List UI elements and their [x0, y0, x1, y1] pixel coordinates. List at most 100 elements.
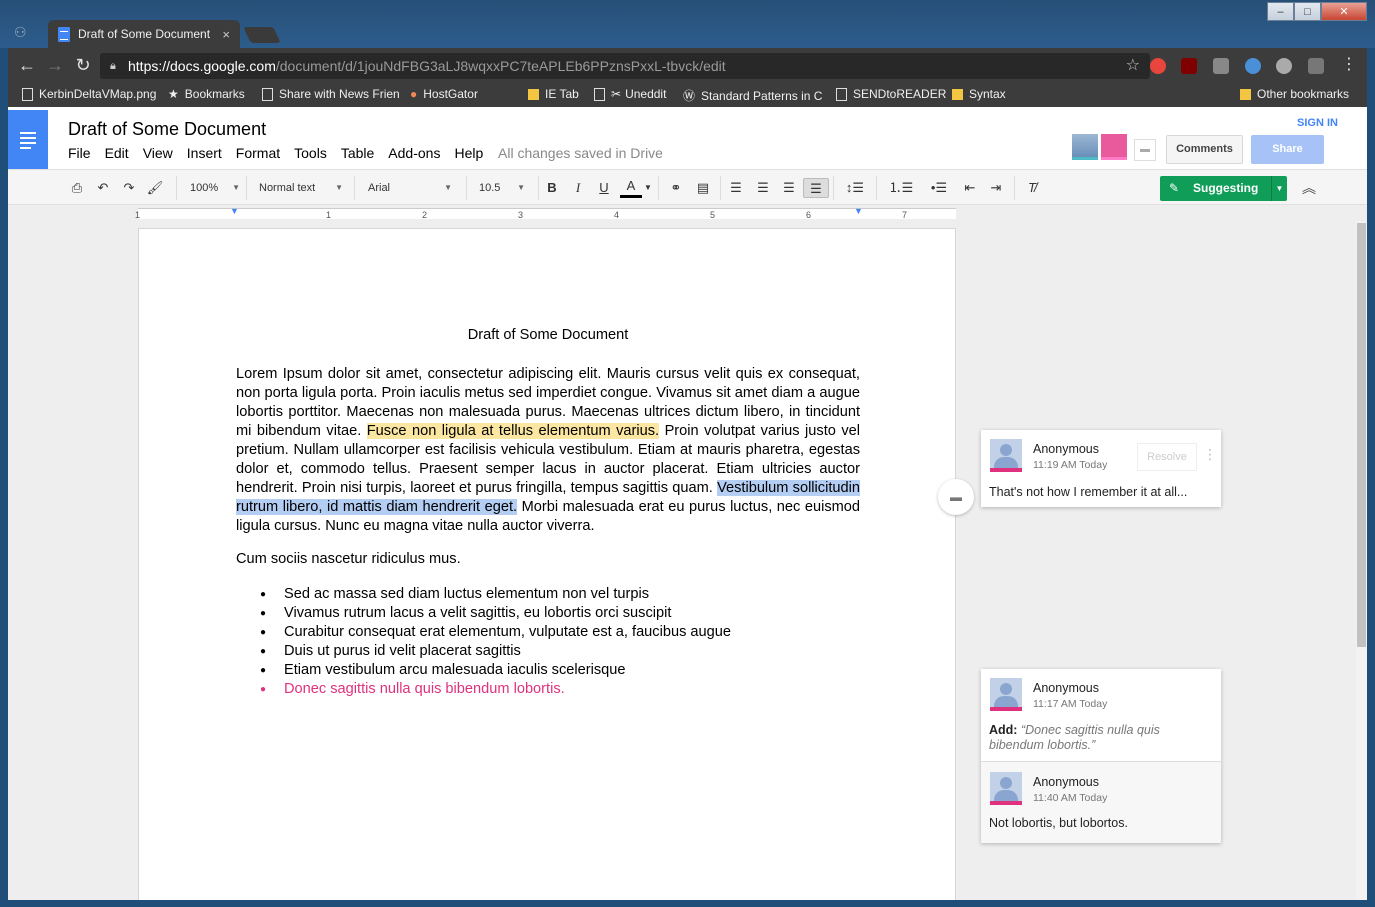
extension-grid-icon[interactable]: [1213, 58, 1229, 74]
increase-indent-icon[interactable]: ⇥: [986, 178, 1006, 198]
text-color-button[interactable]: A: [620, 178, 642, 198]
tab-close-icon[interactable]: ×: [222, 27, 230, 42]
font-size-select[interactable]: 10.5 ▼: [479, 178, 525, 198]
scrollbar[interactable]: [1356, 221, 1367, 900]
collapse-menus-icon[interactable]: ︽: [1302, 178, 1316, 198]
line-spacing-icon[interactable]: ↕☰: [840, 178, 870, 198]
bookmark-item[interactable]: IE Tab: [528, 87, 579, 101]
more-options-icon[interactable]: ⋮: [1203, 446, 1217, 463]
extension-s-icon[interactable]: [1308, 58, 1324, 74]
bookmark-item[interactable]: Share with News Frien: [262, 87, 400, 101]
comments-button[interactable]: Comments: [1166, 135, 1243, 164]
ruler-number: 6: [806, 210, 812, 220]
chrome-menu-icon[interactable]: ⋮: [1338, 54, 1360, 76]
reply-time: 11:40 AM Today: [1033, 792, 1108, 804]
suggestion-card[interactable]: Anonymous 11:17 AM Today Add: “Donec sag…: [981, 669, 1221, 843]
comment-card[interactable]: Anonymous 11:19 AM Today Resolve ⋮ That'…: [981, 430, 1221, 507]
save-status[interactable]: All changes saved in Drive: [498, 145, 663, 161]
browser-tab[interactable]: Draft of Some Document ×: [48, 20, 240, 48]
forward-arrow-icon[interactable]: →: [44, 54, 66, 76]
url-field[interactable]: 🔒︎ https://docs.google.com/document/d/1j…: [100, 53, 1150, 79]
reload-icon[interactable]: ↻: [72, 54, 94, 76]
chevron-down-icon: ▼: [517, 183, 525, 192]
menu-format[interactable]: Format: [236, 145, 280, 161]
bookmark-item[interactable]: ★ Bookmarks: [168, 87, 245, 101]
hostgator-icon: ●: [410, 87, 418, 101]
align-left-icon[interactable]: ☰: [726, 178, 746, 198]
clear-formatting-icon[interactable]: T̸: [1022, 178, 1042, 198]
paragraph: Lorem Ipsum dolor sit amet, consectetur …: [236, 365, 860, 536]
menu-view[interactable]: View: [143, 145, 173, 161]
undo-icon[interactable]: ↶: [94, 178, 112, 198]
minimize-button[interactable]: –: [1267, 2, 1294, 21]
extension-shield-icon[interactable]: [1150, 58, 1166, 74]
ruler-number: 1: [326, 210, 332, 220]
extension-disc-icon[interactable]: [1276, 58, 1292, 74]
ghostery-icon[interactable]: [1245, 58, 1261, 74]
paint-format-icon[interactable]: 🖌︎: [146, 178, 164, 198]
close-window-button[interactable]: ✕: [1321, 2, 1367, 21]
menu-addons[interactable]: Add-ons: [388, 145, 440, 161]
star-icon: ★: [168, 87, 179, 101]
menu-bar: File Edit View Insert Format Tools Table…: [68, 145, 497, 161]
bookmark-item[interactable]: Other bookmarks: [1240, 87, 1349, 101]
bookmark-item[interactable]: ● HostGator: [410, 87, 478, 101]
scrollbar-thumb[interactable]: [1357, 223, 1366, 647]
chevron-down-icon[interactable]: ▼: [1271, 176, 1287, 201]
suggesting-mode-button[interactable]: ✎ Suggesting ▼: [1160, 176, 1287, 201]
suggested-list-item[interactable]: Donec sagittis nulla quis bibendum lobor…: [236, 680, 731, 699]
decrease-indent-icon[interactable]: ⇤: [960, 178, 980, 198]
profile-icon[interactable]: ⚇: [14, 24, 27, 41]
comment-time: 11:17 AM Today: [1033, 698, 1108, 710]
document-page[interactable]: Draft of Some Document Lorem Ipsum dolor…: [138, 228, 956, 900]
sign-in-link[interactable]: SIGN IN: [1297, 117, 1338, 129]
collaborator-avatar[interactable]: [1072, 134, 1098, 160]
folder-icon: [528, 88, 539, 100]
avatar: [990, 678, 1022, 711]
ublock-icon[interactable]: [1181, 58, 1197, 74]
bookmark-item[interactable]: SENDtoREADER: [836, 87, 946, 101]
back-arrow-icon[interactable]: ←: [16, 54, 38, 76]
maximize-button[interactable]: □: [1294, 2, 1321, 21]
bookmark-item[interactable]: Syntax: [952, 87, 1006, 101]
print-icon[interactable]: ⎙: [68, 178, 86, 198]
chat-icon[interactable]: ▬: [1134, 139, 1156, 161]
docs-app: Draft of Some Document File Edit View In…: [8, 107, 1367, 900]
chevron-down-icon[interactable]: ▼: [644, 178, 652, 198]
link-icon[interactable]: ⚭: [666, 178, 686, 198]
right-indent-marker[interactable]: ▼: [854, 206, 863, 216]
redo-icon[interactable]: ↷: [120, 178, 138, 198]
document-title[interactable]: Draft of Some Document: [68, 119, 266, 140]
bulleted-list-icon[interactable]: •☰: [922, 178, 956, 198]
underline-button[interactable]: U: [596, 178, 612, 198]
bookmark-item[interactable]: ✂ Uneddit: [594, 87, 666, 101]
menu-insert[interactable]: Insert: [187, 145, 222, 161]
menu-edit[interactable]: Edit: [105, 145, 129, 161]
menu-file[interactable]: File: [68, 145, 91, 161]
style-select[interactable]: Normal text ▼: [259, 178, 343, 198]
align-center-icon[interactable]: ☰: [753, 178, 773, 198]
align-justify-icon[interactable]: ☰: [803, 178, 829, 198]
add-comment-icon[interactable]: ▬: [938, 479, 974, 515]
bookmark-item[interactable]: Ⓦ Standard Patterns in C: [683, 87, 822, 104]
bookmark-label: IE Tab: [545, 87, 579, 101]
numbered-list-icon[interactable]: ⒈☰: [884, 178, 918, 198]
share-button[interactable]: Share: [1251, 135, 1324, 164]
bookmark-item[interactable]: KerbinDeltaVMap.png: [22, 87, 156, 101]
insert-comment-icon[interactable]: ▤: [693, 178, 713, 198]
resolve-button[interactable]: Resolve: [1137, 443, 1197, 471]
font-select[interactable]: Arial ▼: [368, 178, 452, 198]
menu-table[interactable]: Table: [341, 145, 374, 161]
bold-button[interactable]: B: [544, 178, 560, 198]
docs-header: Draft of Some Document File Edit View In…: [8, 107, 1367, 169]
zoom-select[interactable]: 100% ▼: [190, 178, 240, 198]
formatting-toolbar: ⎙ ↶ ↷ 🖌︎ 100% ▼ Normal text ▼ Arial ▼ 10.5 ▼…: [8, 169, 1367, 205]
bookmark-star-icon[interactable]: ☆: [1126, 53, 1140, 79]
collaborator-avatar[interactable]: [1101, 134, 1127, 160]
left-indent-marker[interactable]: ▼: [230, 206, 239, 216]
menu-tools[interactable]: Tools: [294, 145, 327, 161]
menu-help[interactable]: Help: [454, 145, 483, 161]
italic-button[interactable]: I: [570, 178, 586, 198]
align-right-icon[interactable]: ☰: [779, 178, 799, 198]
docs-home-icon[interactable]: [8, 110, 48, 169]
